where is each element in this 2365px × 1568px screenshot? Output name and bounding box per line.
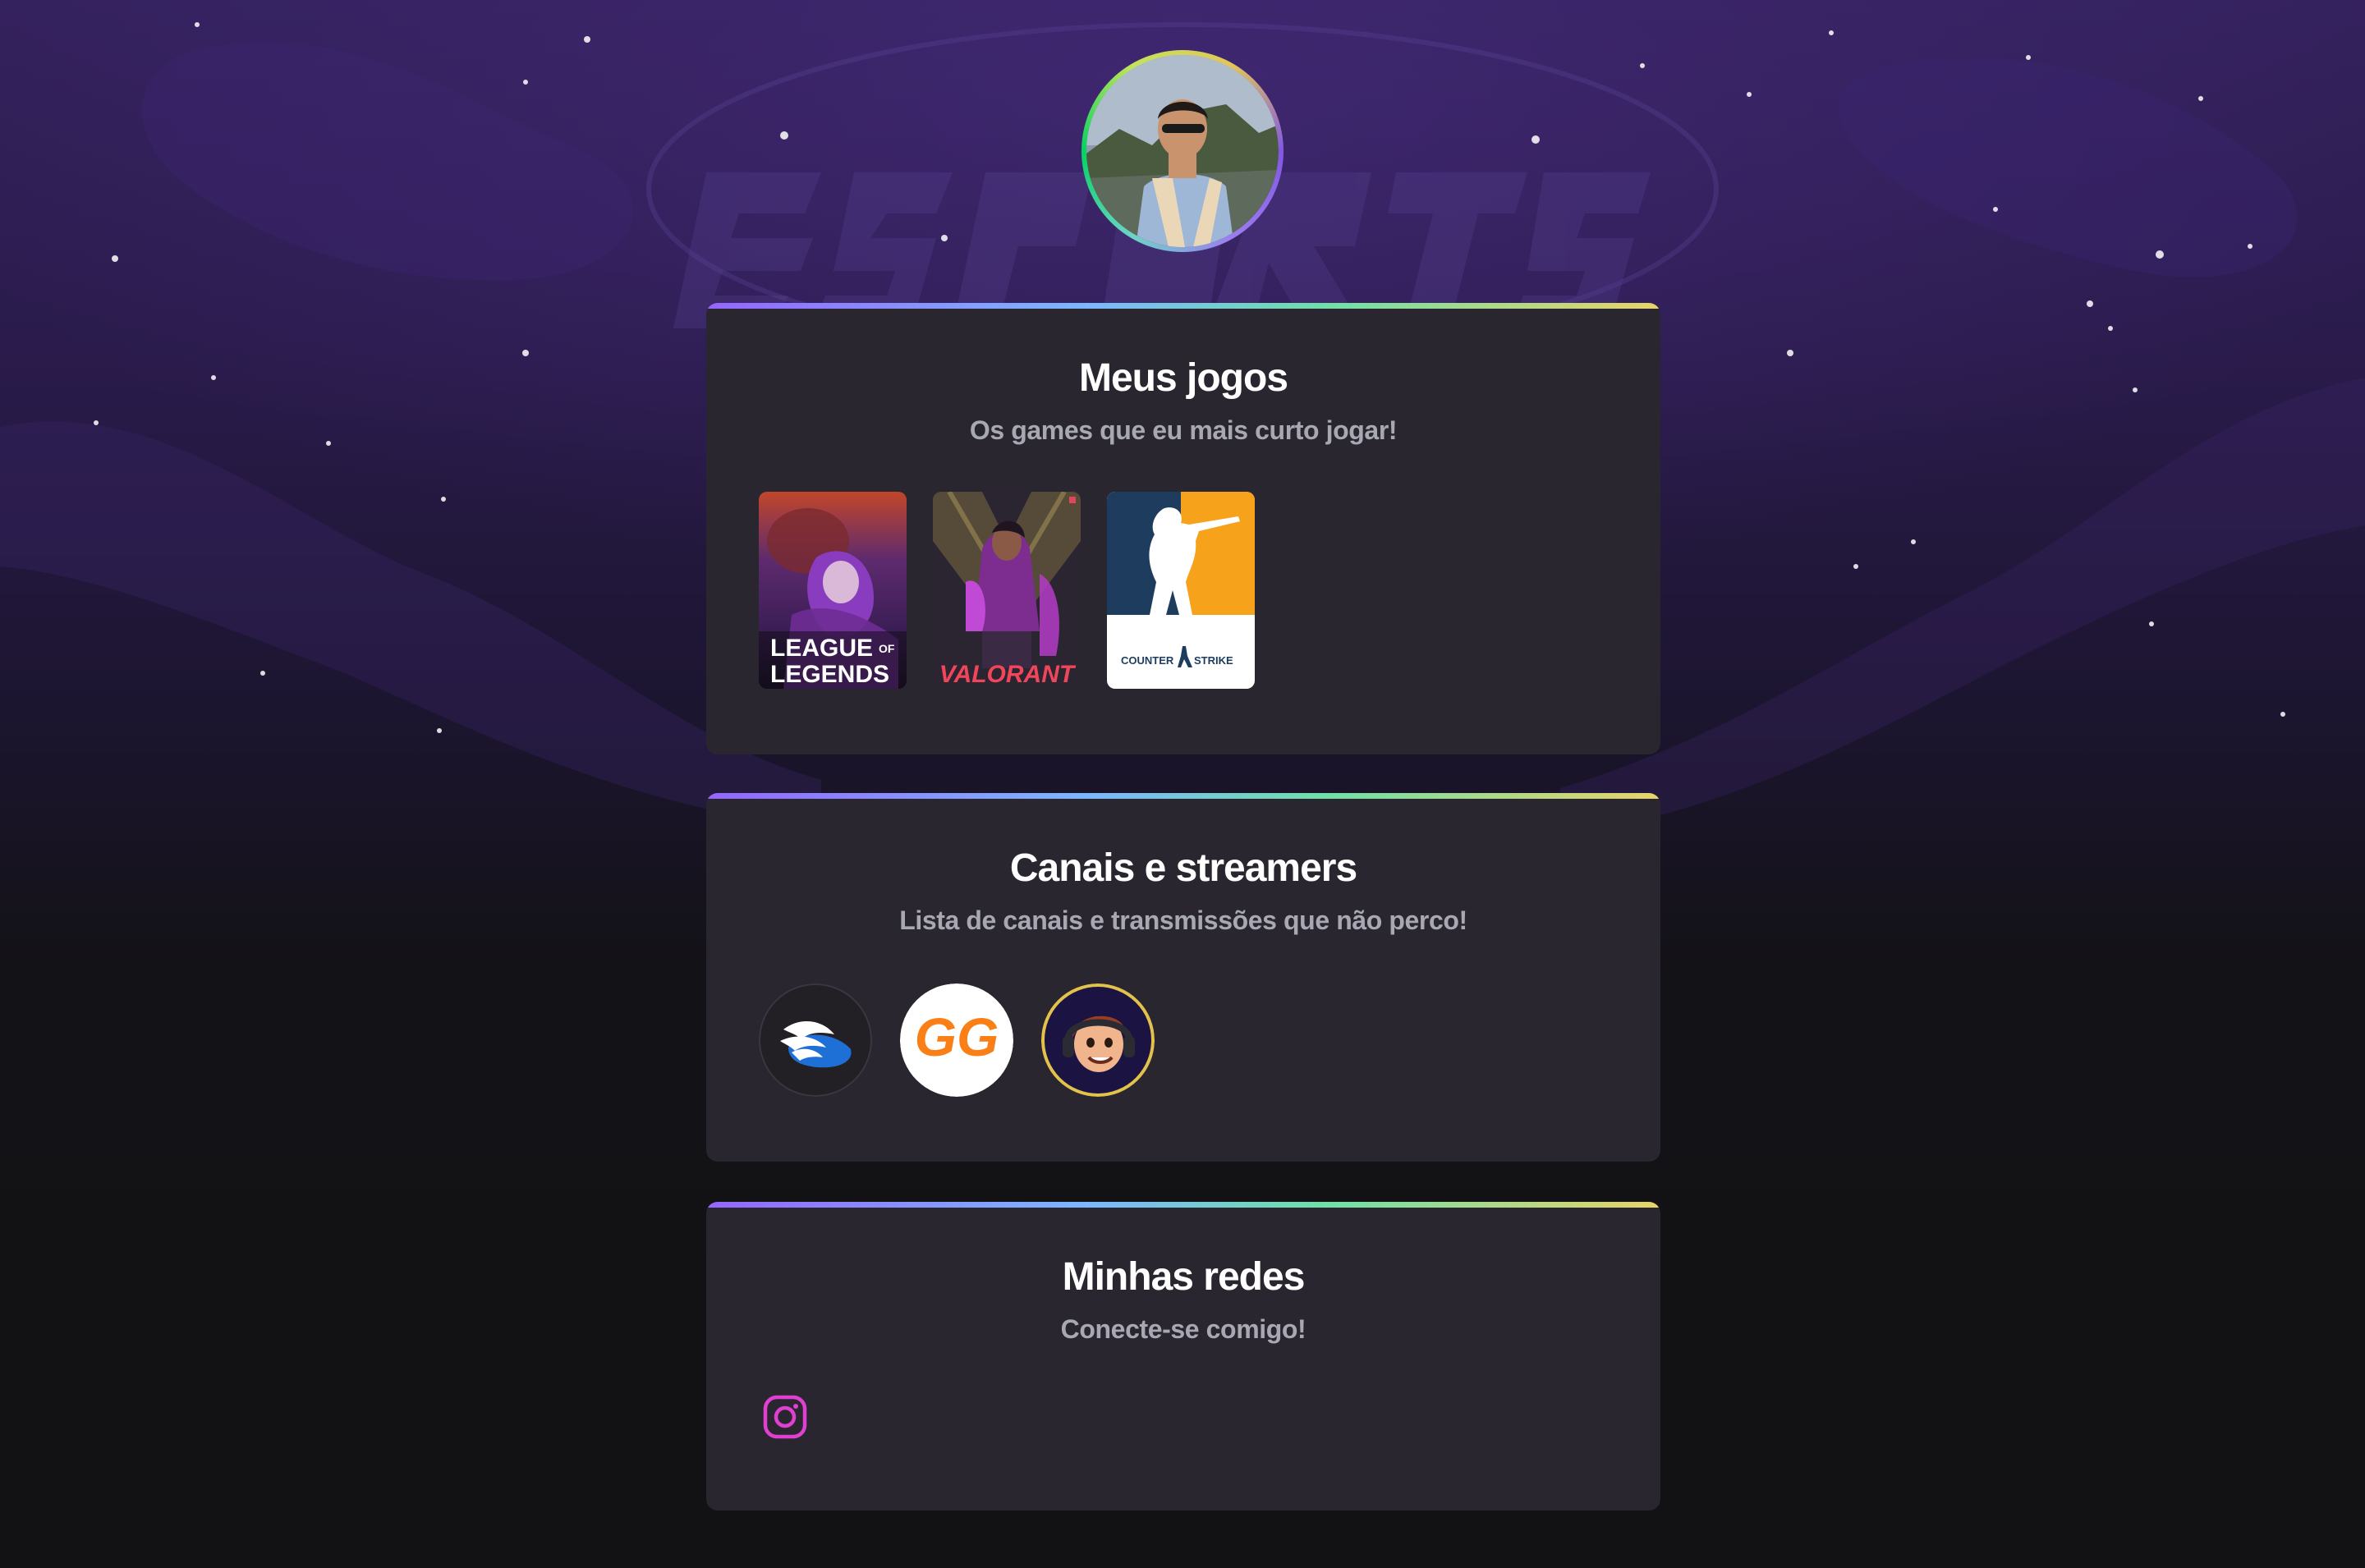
star-dot [941,235,948,241]
game-counter-strike[interactable]: COUNTER STRIKE [1107,492,1255,689]
star-dot [2108,326,2113,331]
channels-subtitle: Lista de canais e transmissões que não p… [899,905,1467,935]
star-dot [94,420,99,425]
star-dot [2133,387,2138,392]
social-subtitle: Conecte-se comigo! [1060,1314,1306,1344]
star-dot [112,255,118,262]
cs-logo-right: STRIKE [1194,654,1233,667]
games-list: LEAGUE OF LEGENDS VALORANT COUNTER STRIK… [759,492,1255,689]
star-dot [1853,564,1858,569]
star-dot [2156,250,2164,259]
star-dot [1640,63,1645,68]
games-card: Meus jogos Os games que eu mais curto jo… [706,303,1660,754]
star-dot [2149,621,2154,626]
channel-gg[interactable]: GG [900,983,1013,1097]
cs-logo-left: COUNTER [1121,654,1174,667]
streamer-avatar-icon [1041,983,1155,1097]
game-league-of-legends[interactable]: LEAGUE OF LEGENDS [759,492,907,689]
star-dot [1532,135,1540,144]
star-dot [326,441,331,446]
star-dot [211,375,216,380]
channels-card: Canais e streamers Lista de canais e tra… [706,793,1660,1162]
social-title: Minhas redes [1062,1255,1306,1299]
star-dot [584,36,590,43]
star-dot [2026,55,2031,60]
social-list [762,1394,808,1440]
channel-cartoon-streamer[interactable] [1041,983,1155,1097]
channels-title: Canais e streamers [1009,846,1357,890]
valorant-logo-text: VALORANT [939,661,1077,688]
star-dot [195,22,200,27]
star-dot [522,350,529,356]
star-dot [441,497,446,502]
lol-logo-small: OF [879,642,895,655]
game-valorant[interactable]: VALORANT [933,492,1081,689]
wing-helmet-icon [759,983,872,1097]
channel-wing-helmet[interactable] [759,983,872,1097]
star-dot [2087,300,2093,307]
star-dot [1747,92,1752,97]
star-dot [1829,30,1834,35]
star-dot [780,131,788,140]
lol-logo-line1: LEAGUE [770,635,873,662]
star-dot [2198,96,2203,101]
gg-logo-text: GG [915,1006,999,1067]
star-dot [1787,350,1793,356]
channels-list: GG [759,983,1155,1097]
profile-avatar [1081,50,1284,252]
star-dot [2280,712,2285,717]
star-dot [1993,207,1998,212]
star-dot [2248,244,2252,249]
star-dot [437,728,442,733]
games-title: Meus jogos [1078,356,1288,400]
lol-logo-line2: LEGENDS [770,661,889,688]
star-dot [260,671,265,676]
games-subtitle: Os games que eu mais curto jogar! [969,415,1398,445]
star-dot [1911,539,1916,544]
instagram-icon[interactable] [762,1394,808,1440]
social-card: Minhas redes Conecte-se comigo! [706,1202,1660,1511]
avatar-photo [1086,55,1279,247]
star-dot [523,80,528,85]
